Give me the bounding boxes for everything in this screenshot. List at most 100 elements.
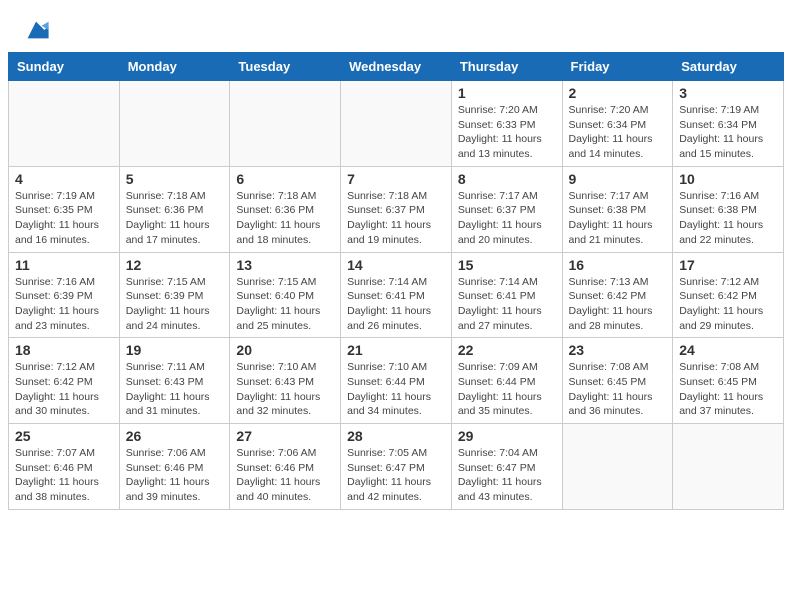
day-number: 18	[15, 342, 113, 358]
calendar-cell: 9 Sunrise: 7:17 AM Sunset: 6:38 PM Daylig…	[562, 166, 673, 252]
day-number: 1	[458, 85, 556, 101]
day-number: 5	[126, 171, 224, 187]
day-header-thursday: Thursday	[451, 53, 562, 81]
calendar-cell: 18 Sunrise: 7:12 AM Sunset: 6:42 PM Dayli…	[9, 338, 120, 424]
cell-daylight-info: Sunrise: 7:18 AM Sunset: 6:36 PM Dayligh…	[126, 189, 224, 248]
week-row-5: 25 Sunrise: 7:07 AM Sunset: 6:46 PM Dayli…	[9, 424, 784, 510]
cell-daylight-info: Sunrise: 7:15 AM Sunset: 6:39 PM Dayligh…	[126, 275, 224, 334]
calendar-cell: 24 Sunrise: 7:08 AM Sunset: 6:45 PM Dayli…	[673, 338, 784, 424]
cell-daylight-info: Sunrise: 7:19 AM Sunset: 6:34 PM Dayligh…	[679, 103, 777, 162]
cell-daylight-info: Sunrise: 7:14 AM Sunset: 6:41 PM Dayligh…	[347, 275, 445, 334]
calendar-cell: 10Sunrise: 7:16 AM Sunset: 6:38 PM Dayli…	[673, 166, 784, 252]
cell-daylight-info: Sunrise: 7:08 AM Sunset: 6:45 PM Dayligh…	[679, 360, 777, 419]
calendar-cell: 21 Sunrise: 7:10 AM Sunset: 6:44 PM Dayli…	[341, 338, 452, 424]
logo	[20, 16, 50, 44]
calendar-cell	[562, 424, 673, 510]
cell-daylight-info: Sunrise: 7:04 AM Sunset: 6:47 PM Dayligh…	[458, 446, 556, 505]
day-number: 29	[458, 428, 556, 444]
day-number: 3	[679, 85, 777, 101]
cell-daylight-info: Sunrise: 7:18 AM Sunset: 6:36 PM Dayligh…	[236, 189, 334, 248]
day-header-saturday: Saturday	[673, 53, 784, 81]
week-row-3: 11 Sunrise: 7:16 AM Sunset: 6:39 PM Dayli…	[9, 252, 784, 338]
calendar-header-row: SundayMondayTuesdayWednesdayThursdayFrid…	[9, 53, 784, 81]
day-number: 28	[347, 428, 445, 444]
calendar-cell	[119, 81, 230, 167]
calendar-cell: 1 Sunrise: 7:20 AM Sunset: 6:33 PM Daylig…	[451, 81, 562, 167]
cell-daylight-info: Sunrise: 7:17 AM Sunset: 6:37 PM Dayligh…	[458, 189, 556, 248]
day-number: 4	[15, 171, 113, 187]
day-number: 12	[126, 257, 224, 273]
day-number: 16	[569, 257, 667, 273]
calendar-cell: 19 Sunrise: 7:11 AM Sunset: 6:43 PM Dayli…	[119, 338, 230, 424]
calendar-cell	[9, 81, 120, 167]
day-number: 20	[236, 342, 334, 358]
calendar-cell: 29 Sunrise: 7:04 AM Sunset: 6:47 PM Dayli…	[451, 424, 562, 510]
day-number: 26	[126, 428, 224, 444]
calendar-cell: 17 Sunrise: 7:12 AM Sunset: 6:42 PM Dayli…	[673, 252, 784, 338]
calendar-cell: 15Sunrise: 7:14 AM Sunset: 6:41 PM Dayli…	[451, 252, 562, 338]
cell-daylight-info: Sunrise: 7:10 AM Sunset: 6:43 PM Dayligh…	[236, 360, 334, 419]
cell-daylight-info: Sunrise: 7:20 AM Sunset: 6:34 PM Dayligh…	[569, 103, 667, 162]
day-number: 14	[347, 257, 445, 273]
day-number: 11	[15, 257, 113, 273]
cell-daylight-info: Sunrise: 7:07 AM Sunset: 6:46 PM Dayligh…	[15, 446, 113, 505]
day-number: 13	[236, 257, 334, 273]
cell-daylight-info: Sunrise: 7:16 AM Sunset: 6:39 PM Dayligh…	[15, 275, 113, 334]
calendar-cell: 14 Sunrise: 7:14 AM Sunset: 6:41 PM Dayli…	[341, 252, 452, 338]
day-number: 8	[458, 171, 556, 187]
day-number: 6	[236, 171, 334, 187]
calendar-cell: 27 Sunrise: 7:06 AM Sunset: 6:46 PM Dayli…	[230, 424, 341, 510]
cell-daylight-info: Sunrise: 7:19 AM Sunset: 6:35 PM Dayligh…	[15, 189, 113, 248]
day-number: 19	[126, 342, 224, 358]
cell-daylight-info: Sunrise: 7:16 AM Sunset: 6:38 PM Dayligh…	[679, 189, 777, 248]
calendar-cell: 11 Sunrise: 7:16 AM Sunset: 6:39 PM Dayli…	[9, 252, 120, 338]
day-header-sunday: Sunday	[9, 53, 120, 81]
calendar-cell: 8 Sunrise: 7:17 AM Sunset: 6:37 PM Daylig…	[451, 166, 562, 252]
cell-daylight-info: Sunrise: 7:06 AM Sunset: 6:46 PM Dayligh…	[236, 446, 334, 505]
day-number: 23	[569, 342, 667, 358]
day-number: 27	[236, 428, 334, 444]
day-number: 22	[458, 342, 556, 358]
calendar-cell	[230, 81, 341, 167]
cell-daylight-info: Sunrise: 7:10 AM Sunset: 6:44 PM Dayligh…	[347, 360, 445, 419]
day-number: 17	[679, 257, 777, 273]
calendar-table: SundayMondayTuesdayWednesdayThursdayFrid…	[8, 52, 784, 510]
cell-daylight-info: Sunrise: 7:11 AM Sunset: 6:43 PM Dayligh…	[126, 360, 224, 419]
cell-daylight-info: Sunrise: 7:05 AM Sunset: 6:47 PM Dayligh…	[347, 446, 445, 505]
day-number: 9	[569, 171, 667, 187]
cell-daylight-info: Sunrise: 7:17 AM Sunset: 6:38 PM Dayligh…	[569, 189, 667, 248]
week-row-4: 18 Sunrise: 7:12 AM Sunset: 6:42 PM Dayli…	[9, 338, 784, 424]
cell-daylight-info: Sunrise: 7:18 AM Sunset: 6:37 PM Dayligh…	[347, 189, 445, 248]
week-row-1: 1 Sunrise: 7:20 AM Sunset: 6:33 PM Daylig…	[9, 81, 784, 167]
day-number: 25	[15, 428, 113, 444]
cell-daylight-info: Sunrise: 7:12 AM Sunset: 6:42 PM Dayligh…	[15, 360, 113, 419]
calendar-cell: 2Sunrise: 7:20 AM Sunset: 6:34 PM Daylig…	[562, 81, 673, 167]
calendar-cell: 13 Sunrise: 7:15 AM Sunset: 6:40 PM Dayli…	[230, 252, 341, 338]
day-number: 7	[347, 171, 445, 187]
day-header-tuesday: Tuesday	[230, 53, 341, 81]
cell-daylight-info: Sunrise: 7:12 AM Sunset: 6:42 PM Dayligh…	[679, 275, 777, 334]
calendar-cell: 6 Sunrise: 7:18 AM Sunset: 6:36 PM Daylig…	[230, 166, 341, 252]
day-number: 21	[347, 342, 445, 358]
calendar-cell: 25 Sunrise: 7:07 AM Sunset: 6:46 PM Dayli…	[9, 424, 120, 510]
cell-daylight-info: Sunrise: 7:09 AM Sunset: 6:44 PM Dayligh…	[458, 360, 556, 419]
calendar-body: 1 Sunrise: 7:20 AM Sunset: 6:33 PM Daylig…	[9, 81, 784, 510]
calendar-cell	[341, 81, 452, 167]
calendar-cell: 22 Sunrise: 7:09 AM Sunset: 6:44 PM Dayli…	[451, 338, 562, 424]
cell-daylight-info: Sunrise: 7:06 AM Sunset: 6:46 PM Dayligh…	[126, 446, 224, 505]
cell-daylight-info: Sunrise: 7:08 AM Sunset: 6:45 PM Dayligh…	[569, 360, 667, 419]
day-header-monday: Monday	[119, 53, 230, 81]
calendar-cell: 12 Sunrise: 7:15 AM Sunset: 6:39 PM Dayli…	[119, 252, 230, 338]
cell-daylight-info: Sunrise: 7:14 AM Sunset: 6:41 PM Dayligh…	[458, 275, 556, 334]
cell-daylight-info: Sunrise: 7:15 AM Sunset: 6:40 PM Dayligh…	[236, 275, 334, 334]
day-header-friday: Friday	[562, 53, 673, 81]
day-number: 24	[679, 342, 777, 358]
calendar-cell: 23 Sunrise: 7:08 AM Sunset: 6:45 PM Dayli…	[562, 338, 673, 424]
calendar-cell: 16Sunrise: 7:13 AM Sunset: 6:42 PM Dayli…	[562, 252, 673, 338]
calendar-cell: 26 Sunrise: 7:06 AM Sunset: 6:46 PM Dayli…	[119, 424, 230, 510]
cell-daylight-info: Sunrise: 7:20 AM Sunset: 6:33 PM Dayligh…	[458, 103, 556, 162]
calendar-cell: 5 Sunrise: 7:18 AM Sunset: 6:36 PM Daylig…	[119, 166, 230, 252]
page-header	[0, 0, 792, 52]
week-row-2: 4 Sunrise: 7:19 AM Sunset: 6:35 PM Daylig…	[9, 166, 784, 252]
logo-icon	[22, 16, 50, 44]
